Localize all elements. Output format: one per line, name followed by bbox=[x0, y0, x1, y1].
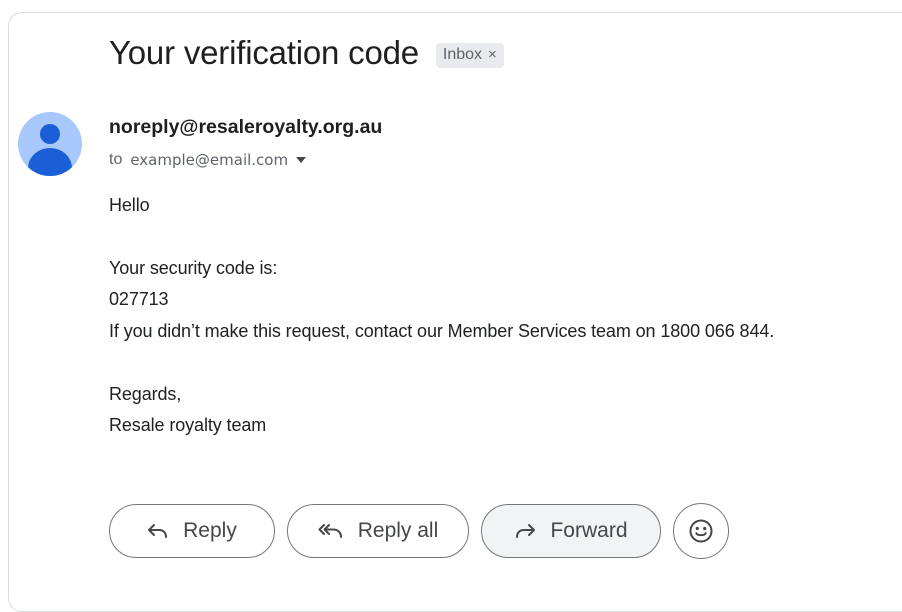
recipient-address: example@email.com bbox=[130, 151, 289, 169]
reply-arrow-icon bbox=[147, 522, 169, 540]
forward-button[interactable]: Forward bbox=[481, 504, 661, 558]
reply-all-arrow-icon bbox=[318, 522, 344, 540]
action-buttons: Reply Reply all Forward bbox=[109, 503, 729, 559]
body-signoff: Regards, bbox=[109, 384, 182, 404]
reply-all-button[interactable]: Reply all bbox=[287, 504, 469, 558]
reply-button[interactable]: Reply bbox=[109, 504, 275, 558]
emoji-reaction-button[interactable] bbox=[673, 503, 729, 559]
caret-down-icon[interactable] bbox=[296, 157, 307, 163]
to-prefix: to bbox=[109, 151, 123, 168]
verification-code: 027713 bbox=[109, 289, 169, 309]
remove-label-icon[interactable]: × bbox=[488, 46, 497, 63]
reply-label: Reply bbox=[183, 519, 237, 542]
inbox-label-chip[interactable]: Inbox × bbox=[435, 42, 504, 68]
body-notice: If you didn’t make this request, contact… bbox=[109, 321, 775, 341]
person-avatar-icon bbox=[40, 124, 60, 144]
subject-row: Your verification code Inbox × bbox=[109, 34, 504, 72]
smiley-emoji-icon bbox=[688, 518, 714, 544]
sender-avatar[interactable] bbox=[18, 112, 82, 176]
forward-label: Forward bbox=[550, 519, 628, 542]
body-code-intro: Your security code is: bbox=[109, 258, 278, 278]
body-signature: Resale royalty team bbox=[109, 415, 267, 435]
inbox-label-text: Inbox bbox=[442, 45, 483, 63]
forward-arrow-icon bbox=[514, 522, 536, 540]
email-subject: Your verification code bbox=[109, 34, 419, 71]
recipient-line: to example@email.com bbox=[109, 151, 307, 169]
reply-all-label: Reply all bbox=[357, 519, 439, 542]
body-greeting: Hello bbox=[109, 195, 150, 215]
sender-address[interactable]: noreply@resaleroyalty.org.au bbox=[109, 116, 382, 139]
